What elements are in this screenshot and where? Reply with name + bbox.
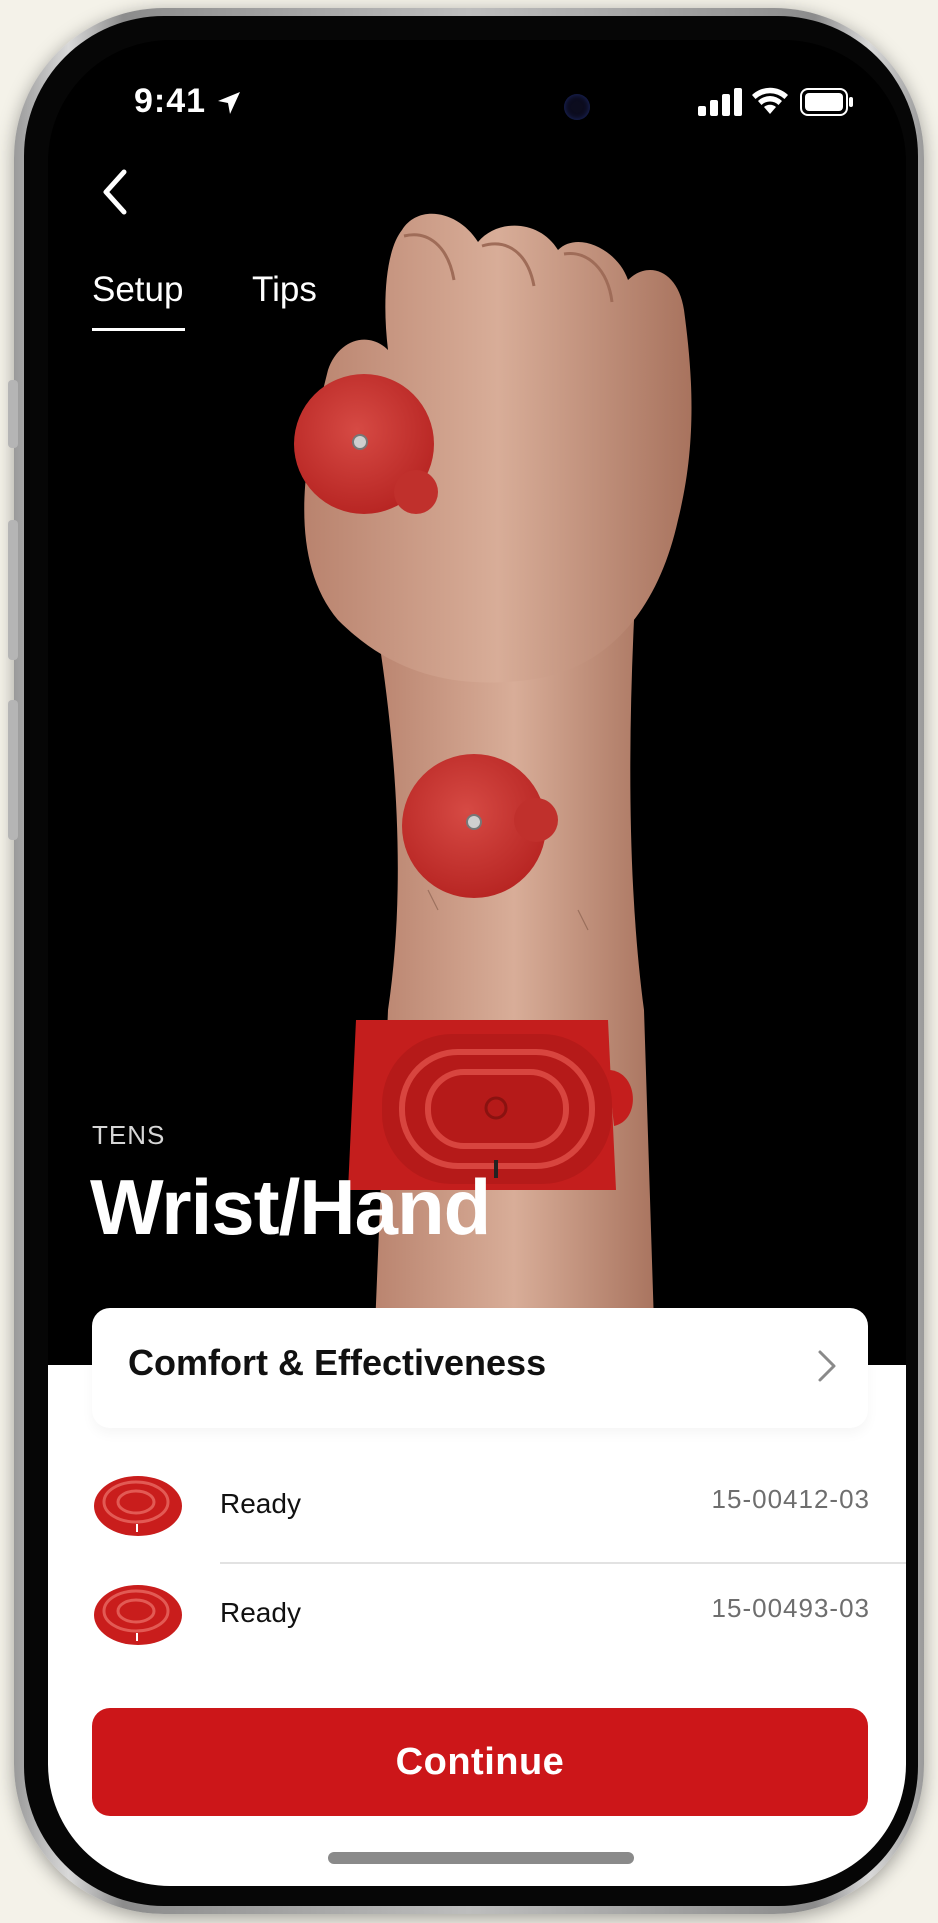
category-label: TENS [92, 1120, 166, 1150]
page-title: Wrist/Hand [90, 1163, 491, 1251]
status-bar: 9:41 [48, 78, 906, 128]
wrist-hand-electrode-photo [294, 213, 692, 1450]
tab-setup[interactable]: Setup [92, 270, 186, 331]
comfort-card-label: Comfort & Effectiveness [128, 1342, 547, 1383]
volume-down-button [8, 700, 18, 840]
device-status: Ready [220, 1488, 301, 1519]
divider [220, 1562, 906, 1564]
battery-icon [800, 88, 853, 116]
tens-device-icon [94, 1585, 182, 1645]
location-arrow-icon [218, 92, 240, 114]
volume-up-button [8, 520, 18, 660]
comfort-effectiveness-card[interactable]: Comfort & Effectiveness [92, 1308, 868, 1428]
tens-device-icon [94, 1476, 182, 1536]
device-row[interactable]: Ready 15-00412-03 [48, 1458, 906, 1566]
tab-tips-label: Tips [252, 270, 317, 309]
action-button [8, 380, 18, 448]
home-indicator[interactable] [328, 1852, 634, 1864]
device-serial: 15-00493-03 [711, 1593, 870, 1623]
continue-button[interactable]: Continue [92, 1708, 868, 1816]
wifi-icon [752, 87, 788, 114]
device-serial: 15-00412-03 [711, 1484, 870, 1514]
tab-tips[interactable]: Tips [252, 270, 317, 310]
cellular-signal-icon [698, 88, 742, 116]
chevron-right-icon [818, 1350, 836, 1382]
app-screen: 9:41 Setup Tips TENS Wrist/Hand Comfort … [48, 40, 906, 1886]
tab-setup-label: Setup [92, 270, 184, 309]
chevron-left-icon[interactable] [86, 162, 142, 222]
status-time: 9:41 [134, 82, 207, 120]
tab-active-underline [92, 328, 186, 331]
device-row[interactable]: Ready 15-00493-03 [48, 1567, 906, 1675]
device-status: Ready [220, 1597, 301, 1628]
